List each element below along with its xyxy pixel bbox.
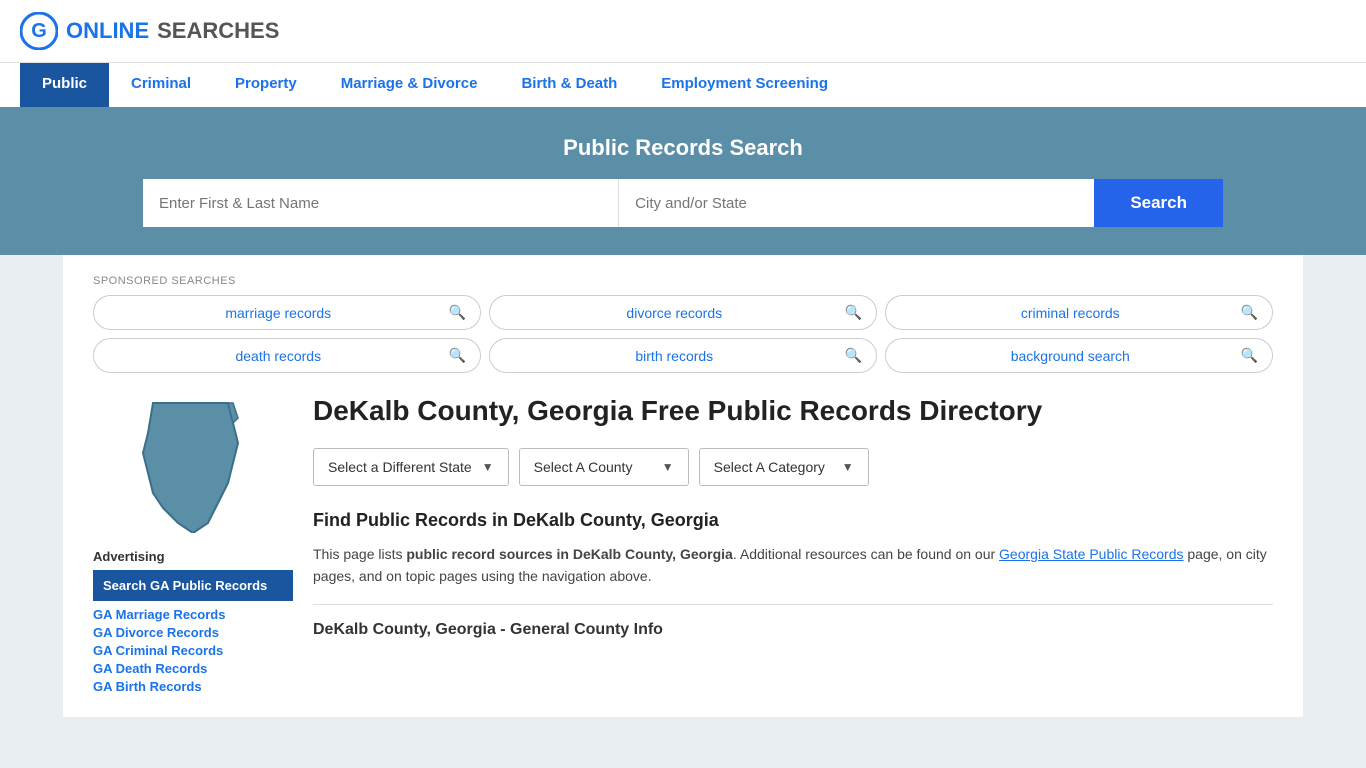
- logo: G ONLINE SEARCHES: [20, 12, 279, 50]
- search-banner: Public Records Search Search: [0, 107, 1366, 255]
- sponsored-link-death[interactable]: death records: [108, 348, 449, 364]
- search-icon-1: 🔍: [449, 304, 466, 321]
- sidebar-link-marriage[interactable]: GA Marriage Records: [93, 607, 293, 622]
- sponsored-link-divorce[interactable]: divorce records: [504, 305, 845, 321]
- sidebar-link-criminal[interactable]: GA Criminal Records: [93, 643, 293, 658]
- page-title: DeKalb County, Georgia Free Public Recor…: [313, 393, 1273, 428]
- sponsored-link-marriage[interactable]: marriage records: [108, 305, 449, 321]
- nav-marriage-divorce[interactable]: Marriage & Divorce: [319, 63, 500, 107]
- nav-criminal[interactable]: Criminal: [109, 63, 213, 107]
- sponsored-item-death[interactable]: death records 🔍: [93, 338, 481, 373]
- search-button[interactable]: Search: [1094, 179, 1223, 227]
- category-dropdown-label: Select A Category: [714, 459, 825, 475]
- sponsored-link-criminal[interactable]: criminal records: [900, 305, 1241, 321]
- nav-property[interactable]: Property: [213, 63, 319, 107]
- sponsored-item-criminal[interactable]: criminal records 🔍: [885, 295, 1273, 330]
- county-dropdown-label: Select A County: [534, 459, 633, 475]
- sponsored-item-background[interactable]: background search 🔍: [885, 338, 1273, 373]
- county-dropdown[interactable]: Select A County ▼: [519, 448, 689, 486]
- sponsored-grid: marriage records 🔍 divorce records 🔍 cri…: [93, 295, 1273, 373]
- sidebar-link-birth[interactable]: GA Birth Records: [93, 679, 293, 694]
- main-nav: Public Criminal Property Marriage & Divo…: [0, 62, 1366, 107]
- search-form: Search: [143, 179, 1223, 227]
- logo-searches: SEARCHES: [157, 18, 279, 44]
- state-dropdown-label: Select a Different State: [328, 459, 472, 475]
- state-dropdown[interactable]: Select a Different State ▼: [313, 448, 509, 486]
- sponsored-link-background[interactable]: background search: [900, 348, 1241, 364]
- sidebar-link-divorce[interactable]: GA Divorce Records: [93, 625, 293, 640]
- sponsored-item-divorce[interactable]: divorce records 🔍: [489, 295, 877, 330]
- main-content: DeKalb County, Georgia Free Public Recor…: [313, 393, 1273, 697]
- nav-employment[interactable]: Employment Screening: [639, 63, 850, 107]
- sponsored-item-marriage[interactable]: marriage records 🔍: [93, 295, 481, 330]
- name-input[interactable]: [143, 179, 619, 227]
- search-icon-2: 🔍: [845, 304, 862, 321]
- state-chevron-icon: ▼: [482, 460, 494, 474]
- dropdowns-row: Select a Different State ▼ Select A Coun…: [313, 448, 1273, 486]
- search-icon-3: 🔍: [1241, 304, 1258, 321]
- svg-text:G: G: [31, 20, 47, 42]
- logo-icon: G: [20, 12, 58, 50]
- search-icon-5: 🔍: [845, 347, 862, 364]
- main-container: SPONSORED SEARCHES marriage records 🔍 di…: [63, 255, 1303, 717]
- category-chevron-icon: ▼: [842, 460, 854, 474]
- find-records-desc-start: This page lists: [313, 546, 406, 562]
- category-dropdown[interactable]: Select A Category ▼: [699, 448, 869, 486]
- sponsored-link-birth[interactable]: birth records: [504, 348, 845, 364]
- find-records-text: This page lists public record sources in…: [313, 543, 1273, 588]
- find-records-title: Find Public Records in DeKalb County, Ge…: [313, 510, 1273, 531]
- county-chevron-icon: ▼: [662, 460, 674, 474]
- search-banner-title: Public Records Search: [20, 135, 1346, 161]
- location-input[interactable]: [619, 179, 1094, 227]
- sidebar-links: GA Marriage Records GA Divorce Records G…: [93, 607, 293, 694]
- logo-online: ONLINE: [66, 18, 149, 44]
- georgia-state-link[interactable]: Georgia State Public Records: [999, 546, 1183, 562]
- sidebar-ad-active[interactable]: Search GA Public Records: [93, 570, 293, 601]
- sidebar: Advertising Search GA Public Records GA …: [93, 393, 293, 697]
- sponsored-item-birth[interactable]: birth records 🔍: [489, 338, 877, 373]
- county-general-title: DeKalb County, Georgia - General County …: [313, 621, 1273, 639]
- advertising-label: Advertising: [93, 549, 293, 564]
- content-layout: Advertising Search GA Public Records GA …: [93, 393, 1273, 697]
- find-records-desc-mid: . Additional resources can be found on o…: [733, 546, 999, 562]
- search-icon-4: 🔍: [449, 347, 466, 364]
- section-divider: [313, 604, 1273, 605]
- georgia-map: [133, 393, 253, 533]
- nav-public[interactable]: Public: [20, 63, 109, 107]
- find-records-bold: public record sources in DeKalb County, …: [406, 546, 732, 562]
- search-icon-6: 🔍: [1241, 347, 1258, 364]
- nav-birth-death[interactable]: Birth & Death: [499, 63, 639, 107]
- sidebar-link-death[interactable]: GA Death Records: [93, 661, 293, 676]
- sponsored-label: SPONSORED SEARCHES: [93, 275, 1273, 287]
- header: G ONLINE SEARCHES: [0, 0, 1366, 62]
